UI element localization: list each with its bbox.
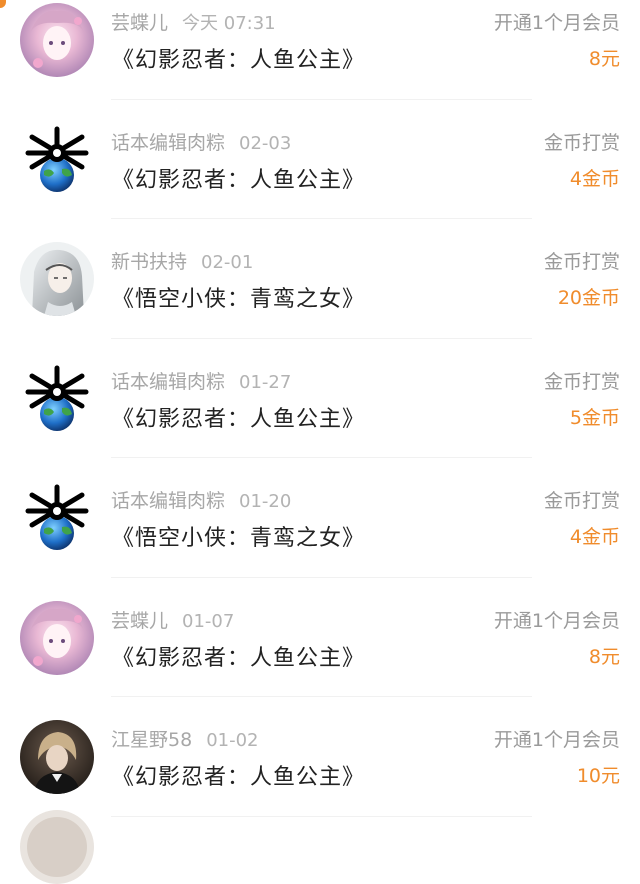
list-item[interactable]: 话本编辑肉粽 01-20 《悟空小侠：青鸾之女》 金币打赏 4金币 [0, 458, 640, 578]
record-meta: 话本编辑肉粽 01-27 [111, 367, 291, 394]
record-amount: 4金币 [569, 526, 620, 548]
record-type: 开通1个月会员 [493, 609, 620, 632]
book-title[interactable]: 《幻影忍者：人鱼公主》 [112, 42, 365, 74]
record-amount: 20金币 [557, 287, 620, 309]
book-title[interactable]: 《悟空小侠：青鸾之女》 [112, 281, 365, 313]
record-type: 金币打赏 [543, 131, 620, 154]
record-date: 01-27 [239, 371, 292, 393]
record-type: 金币打赏 [543, 370, 620, 393]
record-meta: 新书扶持 02-01 [111, 247, 253, 274]
record-amount: 8元 [588, 48, 620, 70]
book-title[interactable]: 《幻影忍者：人鱼公主》 [112, 759, 365, 791]
record-meta: 话本编辑肉粽 02-03 [111, 128, 291, 155]
list-item[interactable]: 芸蝶儿 今天 07:31 《幻影忍者：人鱼公主》 开通1个月会员 8元 [0, 0, 640, 100]
next-row-avatar[interactable] [20, 810, 94, 884]
username[interactable]: 新书扶持 [111, 251, 187, 273]
list-item[interactable]: 话本编辑肉粽 01-27 《幻影忍者：人鱼公主》 金币打赏 5金币 [0, 339, 640, 458]
book-title[interactable]: 《幻影忍者：人鱼公主》 [112, 162, 365, 194]
username[interactable]: 话本编辑肉粽 [111, 132, 225, 154]
username[interactable]: 芸蝶儿 [111, 610, 168, 632]
record-date: 01-07 [182, 610, 235, 632]
book-title[interactable]: 《幻影忍者：人鱼公主》 [112, 640, 365, 672]
record-date: 02-03 [239, 132, 292, 154]
record-amount: 4金币 [569, 167, 620, 190]
record-type: 金币打赏 [543, 251, 620, 273]
record-date: 01-02 [206, 730, 259, 751]
long-hair-man-avatar[interactable] [20, 242, 94, 316]
record-type: 开通1个月会员 [493, 729, 620, 751]
username[interactable]: 芸蝶儿 [111, 12, 168, 34]
list-item[interactable]: 芸蝶儿 01-07 《幻影忍者：人鱼公主》 开通1个月会员 8元 [0, 578, 640, 697]
reward-record-list: 芸蝶儿 今天 07:31 《幻影忍者：人鱼公主》 开通1个月会员 8元 话本编辑… [0, 0, 640, 817]
record-meta: 江星野58 01-02 [111, 725, 259, 752]
record-meta: 话本编辑肉粽 01-20 [111, 486, 291, 513]
record-amount: 10元 [576, 765, 620, 787]
skull-bones-earth-avatar[interactable] [20, 481, 94, 555]
anime-girl-pink-avatar[interactable] [20, 600, 94, 675]
anime-girl-pink-avatar[interactable] [20, 3, 94, 77]
record-meta: 芸蝶儿 今天 07:31 [111, 8, 276, 35]
book-title[interactable]: 《悟空小侠：青鸾之女》 [112, 520, 365, 552]
list-item[interactable]: 江星野58 01-02 《幻影忍者：人鱼公主》 开通1个月会员 10元 [0, 697, 640, 817]
divider [111, 815, 532, 817]
username[interactable]: 话本编辑肉粽 [111, 490, 225, 512]
username[interactable]: 话本编辑肉粽 [111, 371, 225, 393]
record-type: 开通1个月会员 [493, 12, 620, 34]
record-date: 02-01 [201, 252, 254, 273]
book-title[interactable]: 《幻影忍者：人鱼公主》 [112, 401, 365, 433]
username[interactable]: 江星野58 [111, 729, 192, 751]
record-meta: 芸蝶儿 01-07 [111, 606, 234, 633]
skull-bones-earth-avatar[interactable] [20, 122, 94, 197]
record-amount: 5金币 [569, 406, 620, 429]
list-item[interactable]: 新书扶持 02-01 《悟空小侠：青鸾之女》 金币打赏 20金币 [0, 219, 640, 339]
record-type: 金币打赏 [543, 490, 620, 512]
skull-bones-earth-avatar[interactable] [20, 361, 94, 436]
record-date: 今天 07:31 [182, 13, 276, 34]
dark-portrait-avatar[interactable] [20, 720, 94, 794]
record-date: 01-20 [239, 491, 292, 512]
record-amount: 8元 [588, 645, 620, 668]
list-item[interactable]: 话本编辑肉粽 02-03 《幻影忍者：人鱼公主》 金币打赏 4金币 [0, 100, 640, 219]
